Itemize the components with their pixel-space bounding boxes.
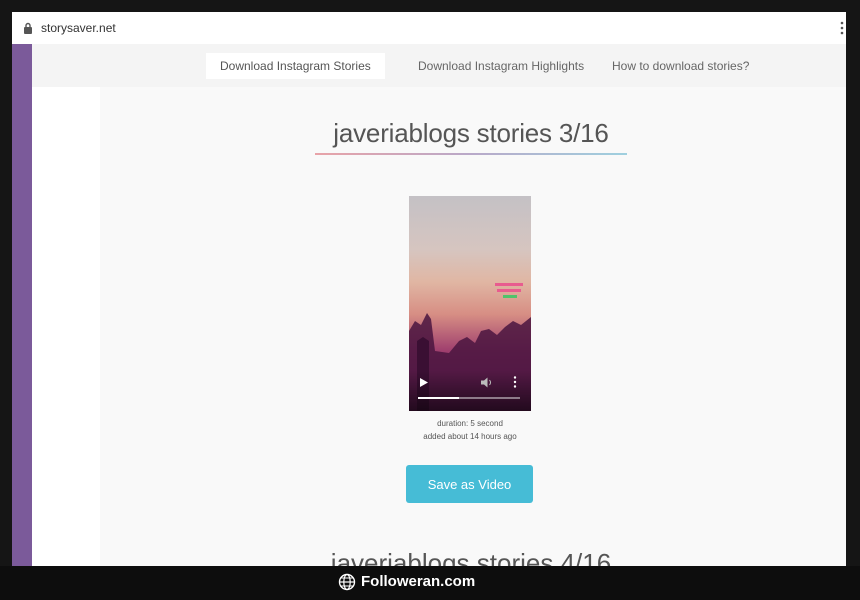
title-underline	[315, 153, 627, 155]
save-as-video-button[interactable]: Save as Video	[406, 465, 533, 503]
play-icon[interactable]	[420, 378, 428, 387]
url-text[interactable]: storysaver.net	[41, 21, 116, 35]
more-icon[interactable]	[513, 376, 517, 388]
left-panel	[32, 87, 100, 566]
story-added-time: added about 14 hours ago	[423, 432, 517, 441]
lock-icon	[24, 22, 32, 34]
watermark-text: Followeran.com	[361, 573, 476, 590]
globe-icon	[338, 573, 356, 591]
story-video[interactable]	[409, 196, 531, 411]
sticker-icon	[495, 283, 523, 298]
tab-how-to-download[interactable]: How to download stories?	[598, 53, 763, 79]
side-strip	[12, 44, 32, 566]
address-bar[interactable]: storysaver.net	[12, 12, 846, 45]
menu-dots-icon[interactable]	[840, 21, 844, 35]
video-progress[interactable]	[418, 397, 520, 399]
browser-screen: storysaver.net Download Instagram Storie…	[12, 12, 846, 566]
story-duration: duration: 5 second	[437, 419, 503, 428]
top-nav: Download Instagram Stories Download Inst…	[32, 44, 846, 87]
page-title: javeriablogs stories 3/16	[333, 118, 609, 148]
volume-icon[interactable]	[481, 377, 493, 388]
tab-download-highlights[interactable]: Download Instagram Highlights	[404, 53, 598, 79]
next-story-title: javeriablogs stories 4/16	[330, 548, 612, 566]
video-progress-fill	[418, 397, 459, 399]
tab-download-stories[interactable]: Download Instagram Stories	[206, 53, 385, 79]
